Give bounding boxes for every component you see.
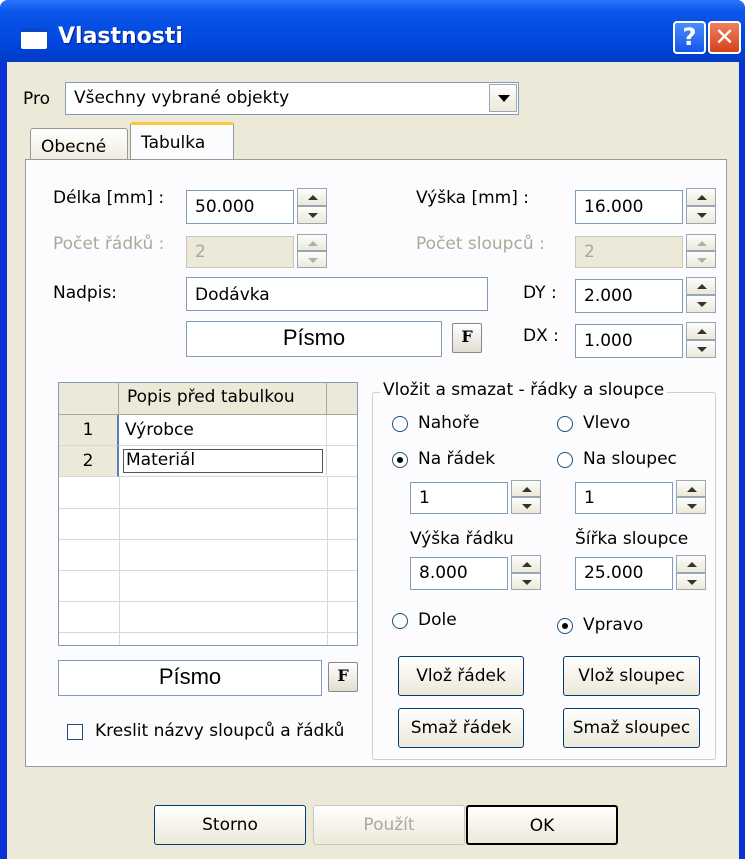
grid-cell-empty[interactable] bbox=[327, 446, 357, 477]
tab-panel-tabulka: Délka [mm] : 50.000 Výška [mm] : 16.000 … bbox=[25, 159, 727, 767]
insert-row-button[interactable]: Vlož řádek bbox=[398, 656, 524, 696]
grid-corner bbox=[59, 383, 119, 415]
radio-vpravo-label[interactable]: Vpravo bbox=[583, 615, 643, 635]
grid-line bbox=[59, 601, 357, 602]
grid-line bbox=[119, 477, 120, 645]
draw-names-checkbox[interactable] bbox=[67, 724, 83, 740]
grid-header[interactable]: Popis před tabulkou bbox=[119, 383, 327, 415]
radio-vlevo[interactable] bbox=[557, 416, 573, 432]
ok-button[interactable]: OK bbox=[466, 805, 618, 845]
column-width-label: Šířka sloupce bbox=[575, 529, 689, 549]
grid-row-number[interactable]: 1 bbox=[59, 415, 119, 446]
row-index-spinner[interactable] bbox=[511, 480, 541, 514]
pro-label: Pro bbox=[23, 89, 50, 109]
pocet-radku-label: Počet řádků : bbox=[53, 234, 165, 254]
pocet-radku-spinner[interactable] bbox=[297, 234, 327, 268]
column-width-input[interactable]: 25.000 bbox=[575, 557, 673, 590]
delka-input[interactable]: 50.000 bbox=[186, 190, 294, 224]
chevron-down-icon[interactable] bbox=[489, 84, 517, 112]
grid-line bbox=[59, 570, 357, 571]
radio-na-radek[interactable] bbox=[392, 452, 408, 468]
dialog-body: Pro Všechny vybrané objekty Obecné Tabul… bbox=[7, 62, 739, 859]
title-font-display: Písmo bbox=[186, 321, 442, 357]
nadpis-input[interactable]: Dodávka bbox=[186, 277, 488, 311]
close-button[interactable]: ✕ bbox=[708, 21, 741, 54]
properties-window: Vlastnosti ? ✕ Pro Všechny vybrané objek… bbox=[0, 0, 745, 859]
delka-label: Délka [mm] : bbox=[53, 188, 165, 208]
nadpis-label: Nadpis: bbox=[53, 283, 118, 303]
vyska-input[interactable]: 16.000 bbox=[575, 190, 683, 224]
insert-column-button[interactable]: Vlož sloupec bbox=[563, 656, 700, 696]
grid-line bbox=[59, 632, 357, 633]
pocet-sloupcu-label: Počet sloupců : bbox=[416, 234, 545, 254]
radio-vpravo[interactable] bbox=[557, 618, 573, 634]
dx-label: DX : bbox=[523, 326, 559, 346]
apply-button[interactable]: Použít bbox=[313, 805, 465, 845]
grid-header-extra bbox=[327, 383, 357, 415]
row-height-spinner[interactable] bbox=[511, 555, 541, 590]
dy-input[interactable]: 2.000 bbox=[575, 279, 683, 313]
grid-line bbox=[59, 539, 357, 540]
grid-line bbox=[327, 477, 328, 645]
insert-delete-group-title: Vložit a smazat - řádky a sloupce bbox=[380, 380, 668, 400]
radio-dole[interactable] bbox=[392, 613, 408, 629]
radio-vlevo-label[interactable]: Vlevo bbox=[583, 413, 630, 433]
column-width-spinner[interactable] bbox=[676, 555, 706, 590]
radio-na-sloupec[interactable] bbox=[557, 452, 573, 468]
grid-cell[interactable]: Materiál bbox=[119, 446, 327, 477]
row-height-label: Výška řádku bbox=[410, 529, 514, 549]
delete-row-button[interactable]: Smaž řádek bbox=[398, 708, 524, 748]
dy-label: DY : bbox=[523, 283, 557, 303]
pocet-sloupcu-spinner[interactable] bbox=[686, 234, 716, 268]
grid-line bbox=[59, 508, 357, 509]
title-bar[interactable]: Vlastnosti ? ✕ bbox=[0, 0, 745, 62]
delete-column-button[interactable]: Smaž sloupec bbox=[563, 708, 700, 748]
pocet-radku-input[interactable]: 2 bbox=[186, 236, 294, 268]
grid-cell-editor[interactable]: Materiál bbox=[123, 449, 323, 473]
pro-select[interactable]: Všechny vybrané objekty bbox=[65, 82, 519, 115]
radio-dole-label[interactable]: Dole bbox=[418, 610, 457, 630]
radio-na-sloupec-label[interactable]: Na sloupec bbox=[583, 449, 677, 469]
delka-spinner[interactable] bbox=[297, 188, 327, 224]
help-button[interactable]: ? bbox=[673, 21, 706, 54]
vyska-spinner[interactable] bbox=[686, 188, 716, 224]
cancel-button[interactable]: Storno bbox=[154, 805, 306, 845]
vyska-label: Výška [mm] : bbox=[416, 188, 529, 208]
tab-tabulka[interactable]: Tabulka bbox=[130, 122, 234, 164]
font-icon[interactable]: F bbox=[328, 662, 358, 692]
dx-input[interactable]: 1.000 bbox=[575, 324, 683, 358]
pocet-sloupcu-input[interactable]: 2 bbox=[575, 236, 683, 268]
dx-spinner[interactable] bbox=[686, 322, 716, 358]
radio-nahore[interactable] bbox=[392, 416, 408, 432]
radio-na-radek-label[interactable]: Na řádek bbox=[418, 449, 495, 469]
column-index-input[interactable]: 1 bbox=[575, 482, 673, 514]
window-title: Vlastnosti bbox=[58, 24, 183, 49]
column-index-spinner[interactable] bbox=[676, 480, 706, 514]
grid-row-number[interactable]: 2 bbox=[59, 446, 119, 477]
radio-nahore-label[interactable]: Nahoře bbox=[418, 413, 479, 433]
grid-cell-empty[interactable] bbox=[327, 415, 357, 446]
grid-cell[interactable]: Výrobce bbox=[119, 415, 327, 446]
window-icon bbox=[21, 28, 47, 49]
row-height-input[interactable]: 8.000 bbox=[410, 557, 508, 590]
dy-spinner[interactable] bbox=[686, 277, 716, 313]
grid-font-display: Písmo bbox=[58, 660, 322, 696]
row-index-input[interactable]: 1 bbox=[410, 482, 508, 514]
row-description-grid[interactable]: Popis před tabulkou 1 Výrobce 2 Materiál bbox=[58, 382, 358, 646]
draw-names-label[interactable]: Kreslit názvy sloupců a řádků bbox=[95, 721, 344, 741]
font-icon[interactable]: F bbox=[452, 323, 482, 353]
